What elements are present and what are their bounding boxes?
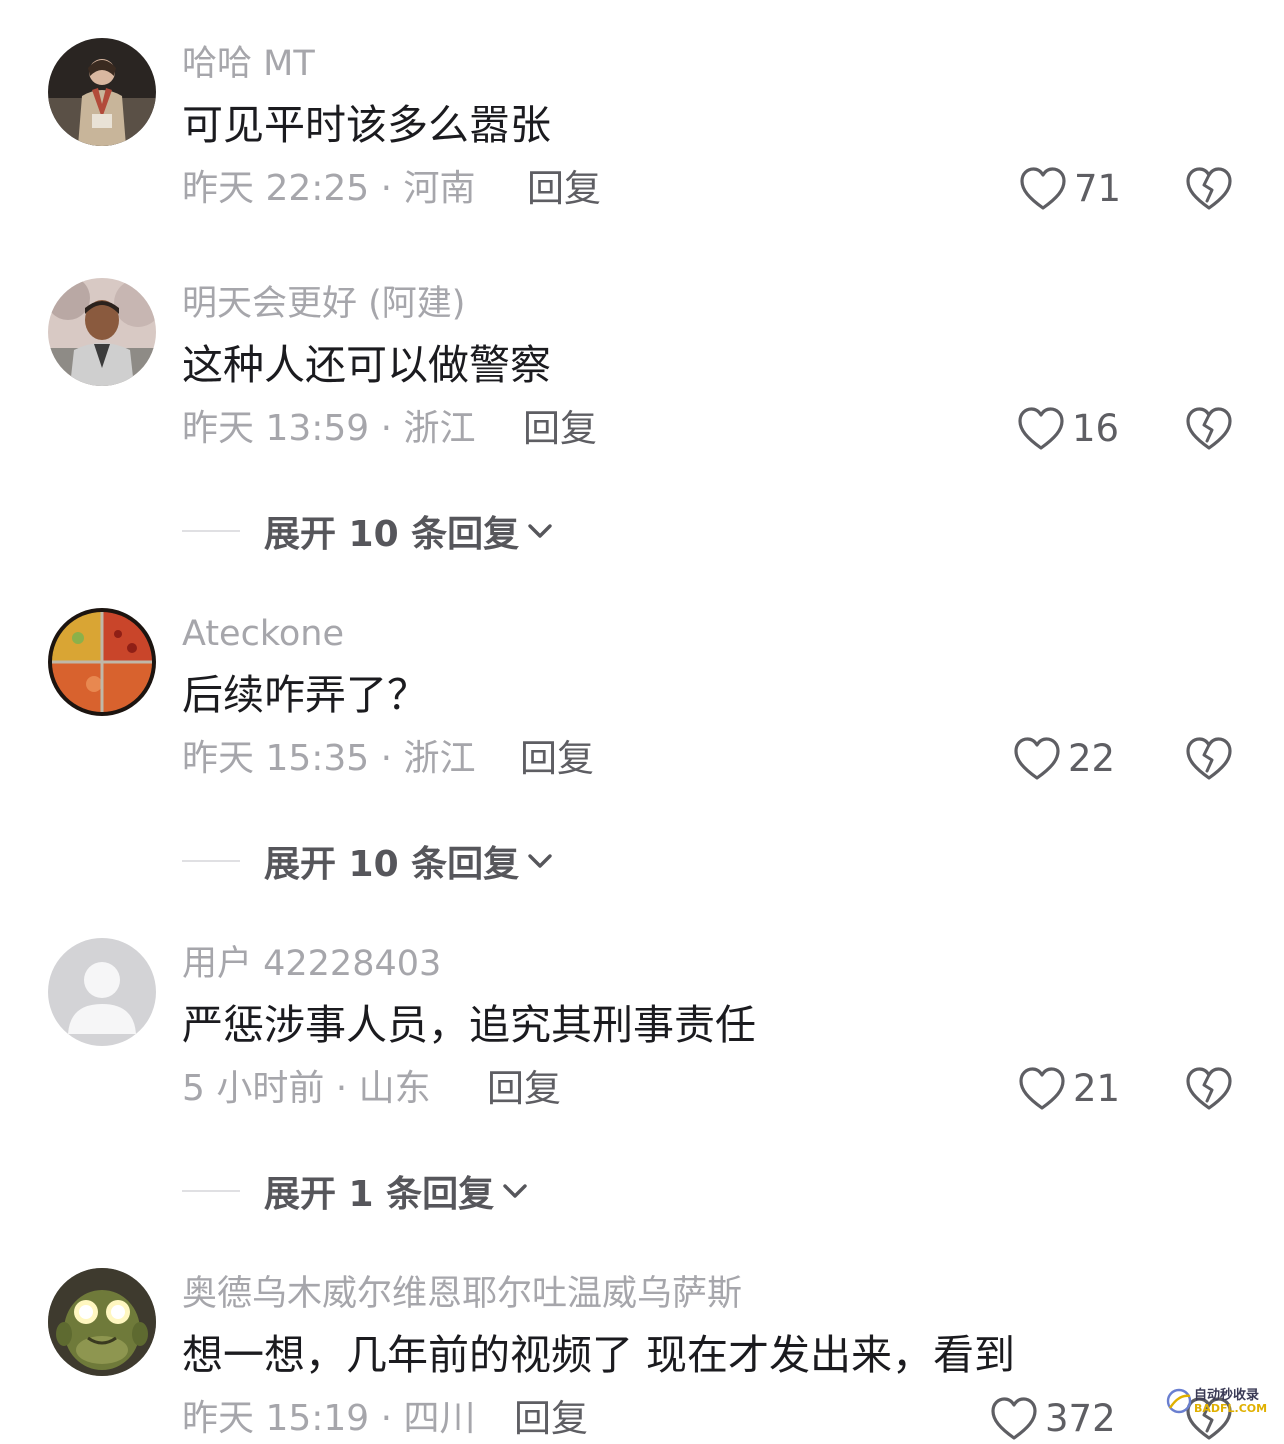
broken-heart-icon xyxy=(1186,737,1232,780)
comment-text: 后续咋弄了？ xyxy=(182,671,428,719)
expand-replies-button[interactable]: 展开 1 条回复 xyxy=(182,1166,532,1216)
comment-item: Ateckone 后续咋弄了？ 昨天 15:35 · 浙江 回复 22 xyxy=(0,570,1284,780)
like-button[interactable]: 21 xyxy=(1018,1064,1120,1114)
username[interactable]: 奥德乌木威尔维恩耶尔吐温威乌萨斯 xyxy=(182,1272,742,1316)
expand-replies-label: 展开 10 条回复 xyxy=(264,514,520,555)
comment-text: 严惩涉事人员，追究其刑事责任 xyxy=(182,1001,756,1049)
like-count: 71 xyxy=(1074,167,1122,210)
heart-icon xyxy=(1018,407,1064,450)
divider-line xyxy=(182,530,240,532)
comment-time-location: 5 小时前 · 山东 xyxy=(182,1068,431,1109)
like-button[interactable]: 372 xyxy=(990,1394,1116,1444)
chevron-down-icon xyxy=(528,854,552,868)
avatar[interactable] xyxy=(48,38,156,146)
broken-heart-icon xyxy=(1186,1067,1232,1110)
comment-item: 用户 42228403 严惩涉事人员，追究其刑事责任 5 小时前 · 山东 回复… xyxy=(0,900,1284,1110)
expand-replies-button[interactable]: 展开 10 条回复 xyxy=(182,506,557,556)
comment-text: 可见平时该多么嚣张 xyxy=(182,101,551,149)
dislike-button[interactable] xyxy=(1185,735,1233,783)
like-button[interactable]: 16 xyxy=(1017,404,1119,454)
avatar[interactable] xyxy=(48,278,156,386)
expand-replies-button[interactable]: 展开 10 条回复 xyxy=(182,836,557,886)
reply-button[interactable]: 回复 xyxy=(527,167,601,211)
like-count: 21 xyxy=(1073,1067,1121,1110)
comment-time-location: 昨天 22:25 · 河南 xyxy=(182,168,476,209)
chevron-down-icon xyxy=(503,1184,527,1198)
dislike-button[interactable] xyxy=(1185,405,1233,453)
heart-icon xyxy=(1014,737,1060,780)
like-count: 16 xyxy=(1072,407,1120,450)
comment-time-location: 昨天 15:19 · 四川 xyxy=(182,1398,476,1439)
dislike-button[interactable] xyxy=(1185,1065,1233,1113)
broken-heart-icon xyxy=(1186,407,1232,450)
comment-text: 这种人还可以做警察 xyxy=(182,341,551,389)
comment-text: 想一想，几年前的视频了 现在才发出来，看到 xyxy=(182,1331,1016,1379)
username[interactable]: 哈哈 MT xyxy=(182,42,315,86)
comment-time-location: 昨天 13:59 · 浙江 xyxy=(182,408,476,449)
expand-replies-label: 展开 10 条回复 xyxy=(264,844,520,885)
watermark-domain: BADFL.COM xyxy=(1194,1402,1268,1415)
avatar[interactable] xyxy=(48,608,156,716)
divider-line xyxy=(182,1190,240,1192)
watermark-logo-icon xyxy=(1166,1388,1192,1414)
divider-line xyxy=(182,860,240,862)
like-button[interactable]: 71 xyxy=(1019,164,1121,214)
reply-button[interactable]: 回复 xyxy=(523,407,597,451)
avatar[interactable] xyxy=(48,938,156,1046)
comment-item: 明天会更好 (阿建) 这种人还可以做警察 昨天 13:59 · 浙江 回复 16 xyxy=(0,240,1284,450)
reply-button[interactable]: 回复 xyxy=(487,1067,561,1111)
heart-icon xyxy=(1019,1067,1065,1110)
like-count: 22 xyxy=(1068,737,1116,780)
comment-item: 哈哈 MT 可见平时该多么嚣张 昨天 22:25 · 河南 回复 71 xyxy=(0,0,1284,210)
reply-button[interactable]: 回复 xyxy=(514,1397,588,1441)
expand-replies-label: 展开 1 条回复 xyxy=(264,1174,495,1215)
watermark: 自动秒收录 BADFL.COM xyxy=(1164,1382,1274,1422)
reply-button[interactable]: 回复 xyxy=(520,737,594,781)
watermark-text: 自动秒收录 xyxy=(1194,1388,1260,1403)
dislike-button[interactable] xyxy=(1185,165,1233,213)
chevron-down-icon xyxy=(528,524,552,538)
username[interactable]: 用户 42228403 xyxy=(182,942,441,986)
like-button[interactable]: 22 xyxy=(1013,734,1115,784)
comment-time-location: 昨天 15:35 · 浙江 xyxy=(182,738,476,779)
comment-item: 奥德乌木威尔维恩耶尔吐温威乌萨斯 想一想，几年前的视频了 现在才发出来，看到 昨… xyxy=(0,1230,1284,1442)
like-count: 372 xyxy=(1045,1397,1116,1440)
heart-icon xyxy=(991,1397,1037,1440)
broken-heart-icon xyxy=(1186,167,1232,210)
heart-icon xyxy=(1020,167,1066,210)
avatar[interactable] xyxy=(48,1268,156,1376)
username[interactable]: 明天会更好 (阿建) xyxy=(182,282,465,326)
username[interactable]: Ateckone xyxy=(182,612,344,656)
